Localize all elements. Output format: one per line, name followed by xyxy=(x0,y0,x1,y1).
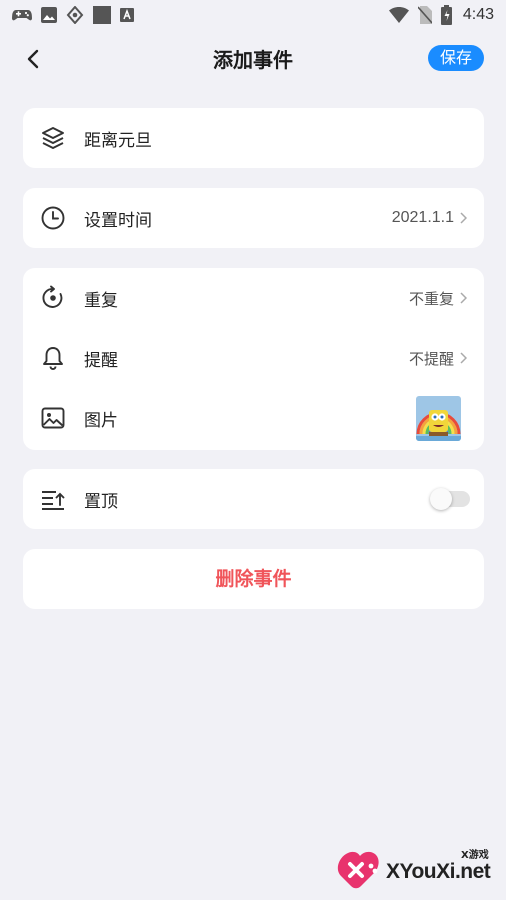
square-icon xyxy=(93,6,111,24)
pin-label: 置顶 xyxy=(84,491,118,512)
bell-icon xyxy=(43,347,63,370)
no-sim-icon xyxy=(417,6,432,24)
reminder-label: 提醒 xyxy=(84,350,118,371)
reminder-value: 不提醒 xyxy=(408,349,454,368)
set-time-value: 2021.1.1 xyxy=(391,209,454,226)
battery-icon xyxy=(440,5,452,25)
pin-card: 置顶 xyxy=(23,469,484,529)
status-bar-right: 4:43 xyxy=(388,5,494,25)
save-button[interactable]: 保存 xyxy=(428,45,484,71)
watermark: X游戏 XYouXi.net xyxy=(336,842,506,900)
watermark-text: XYouXi.net xyxy=(386,860,491,883)
wifi-icon xyxy=(388,7,409,23)
delete-event-button[interactable]: 删除事件 xyxy=(23,549,484,609)
a-icon xyxy=(120,8,134,22)
set-time-row[interactable]: 设置时间 2021.1.1 xyxy=(23,188,484,248)
event-picture-thumbnail[interactable] xyxy=(416,395,461,441)
pin-toggle-knob xyxy=(430,488,452,510)
image-icon xyxy=(41,7,57,23)
options-card: 重复 不重复 提醒 不提醒 图片 xyxy=(23,268,484,450)
reminder-row[interactable]: 提醒 不提醒 xyxy=(23,328,484,388)
layers-icon xyxy=(42,127,64,149)
chevron-right-icon xyxy=(460,352,467,364)
event-name-label: 距离元旦 xyxy=(84,130,152,151)
status-bar-left xyxy=(12,6,134,24)
repeat-label: 重复 xyxy=(84,290,118,311)
chevron-right-icon xyxy=(460,212,467,224)
pin-top-icon xyxy=(42,491,65,510)
picture-label: 图片 xyxy=(84,410,118,431)
set-time-label: 设置时间 xyxy=(84,210,152,231)
status-bar: 4:43 xyxy=(0,0,506,30)
gamepad-icon xyxy=(12,10,32,21)
pin-row: 置顶 xyxy=(23,469,484,529)
settings-icon xyxy=(66,6,84,24)
picture-row[interactable]: 图片 xyxy=(23,388,484,448)
repeat-row[interactable]: 重复 不重复 xyxy=(23,268,484,328)
picture-icon xyxy=(41,407,65,429)
watermark-small-text: X游戏 xyxy=(461,850,489,861)
watermark-logo xyxy=(337,851,379,889)
event-name-card: 距离元旦 xyxy=(23,108,484,168)
pin-toggle[interactable] xyxy=(430,488,470,510)
repeat-value: 不重复 xyxy=(408,289,454,308)
event-name-row[interactable]: 距离元旦 xyxy=(23,108,484,168)
chevron-right-icon xyxy=(460,292,467,304)
delete-card: 删除事件 xyxy=(23,549,484,609)
repeat-icon xyxy=(42,285,63,308)
clock-icon xyxy=(41,206,65,230)
time-card: 设置时间 2021.1.1 xyxy=(23,188,484,248)
status-time: 4:43 xyxy=(462,6,494,23)
nav-bar: 添加事件 保存 xyxy=(0,38,506,78)
